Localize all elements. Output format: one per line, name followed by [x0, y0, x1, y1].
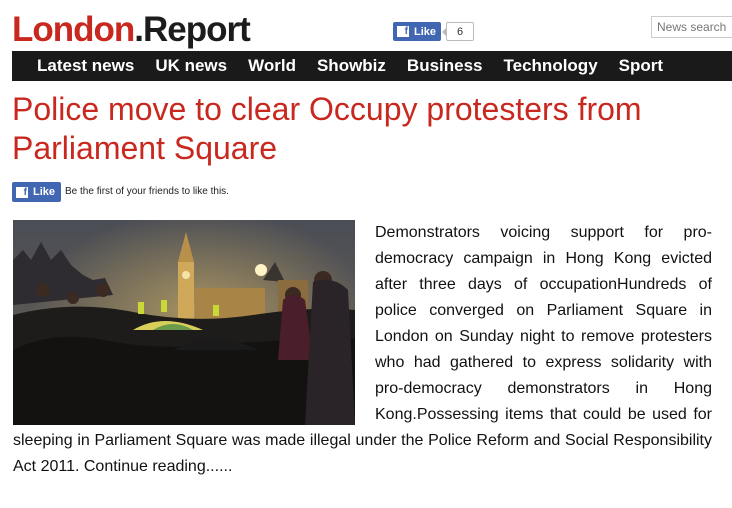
like-count: 6: [442, 22, 474, 41]
nav-item-sport[interactable]: Sport: [619, 56, 663, 76]
main-nav: Latest news UK news World Showbiz Busine…: [12, 51, 732, 81]
nav-item-showbiz[interactable]: Showbiz: [317, 56, 386, 76]
facebook-f-icon: f: [16, 186, 28, 198]
facebook-f-icon: f: [397, 26, 409, 37]
article-title: Police move to clear Occupy protesters f…: [12, 91, 642, 166]
nav-item-business[interactable]: Business: [407, 56, 483, 76]
like-label: Like: [414, 25, 437, 38]
social-text: Be the first of your friends to like thi…: [65, 186, 229, 197]
site-logo[interactable]: London.Report: [12, 10, 251, 50]
facebook-like-button[interactable]: f Like: [393, 22, 442, 41]
search-input[interactable]: News search: [651, 16, 732, 38]
nav-item-technology[interactable]: Technology: [504, 56, 598, 76]
image-spacer: [13, 220, 375, 425]
article-like-button[interactable]: f Like: [12, 182, 62, 202]
nav-item-latest-news[interactable]: Latest news: [37, 56, 134, 76]
nav-item-world[interactable]: World: [248, 56, 296, 76]
nav-item-uk-news[interactable]: UK news: [155, 56, 227, 76]
article-like-label: Like: [33, 186, 56, 198]
article-body: Demonstrators voicing support for pro-de…: [13, 220, 712, 480]
